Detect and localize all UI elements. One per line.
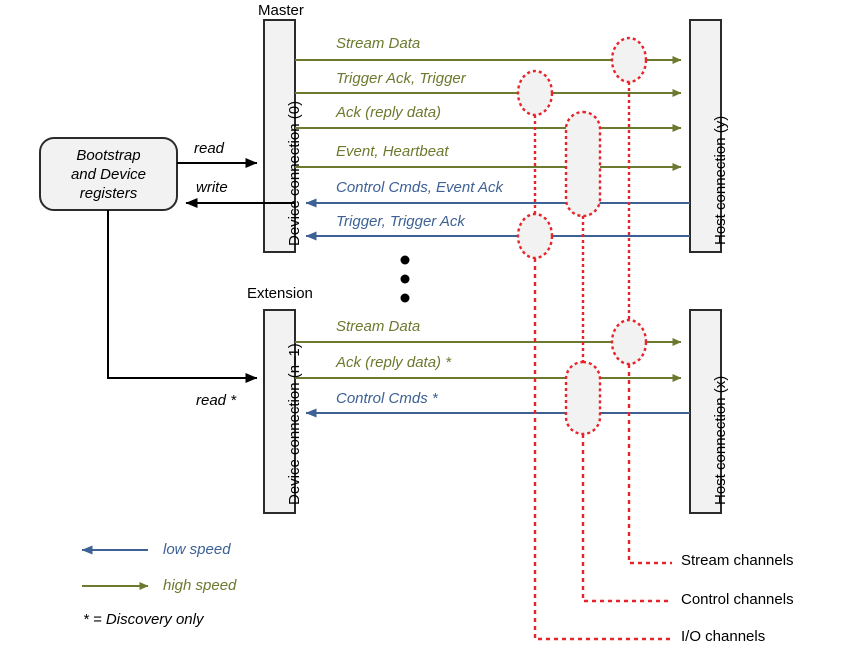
host-connection-y-label: Host connection (y) bbox=[712, 115, 729, 245]
master-title: Master bbox=[258, 2, 304, 19]
flow-label-extension-2: Control Cmds * bbox=[336, 390, 438, 407]
flow-label-master-0: Stream Data bbox=[336, 35, 421, 52]
legend-discovery-note: * = Discovery only bbox=[83, 611, 204, 628]
host-connection-x-label: Host connection (x) bbox=[712, 375, 729, 505]
legend-high-speed-label: high speed bbox=[163, 577, 237, 594]
flow-label-master-1: Trigger Ack, Trigger bbox=[336, 70, 466, 87]
read-label: read bbox=[194, 140, 225, 157]
flow-label-master-3: Event, Heartbeat bbox=[336, 143, 449, 160]
flow-label-master-4: Control Cmds, Event Ack bbox=[336, 179, 503, 196]
vertical-ellipsis bbox=[400, 255, 410, 303]
read-arrow-extension bbox=[107, 210, 258, 383]
read-star-label: read * bbox=[196, 392, 237, 409]
flow-label-master-2: Ack (reply data) bbox=[336, 104, 442, 121]
registers-line-3: registers bbox=[79, 185, 138, 202]
stream-channel-marker bbox=[610, 36, 672, 565]
flow-label-master-5: Trigger, Trigger Ack bbox=[336, 213, 465, 230]
registers-box-text: Bootstrap and Device registers bbox=[40, 146, 177, 203]
flow-label-extension-1: Ack (reply data) * bbox=[336, 354, 452, 371]
channel-legend-io: I/O channels bbox=[681, 628, 766, 645]
device-connection-extension-label: Device connection (n–1) bbox=[286, 343, 303, 505]
registers-line-2: and Device bbox=[70, 166, 147, 183]
device-connection-master-label: Device connection (0) bbox=[286, 100, 303, 246]
channel-legend-stream: Stream channels bbox=[681, 552, 794, 569]
channel-legend-control: Control channels bbox=[681, 591, 794, 608]
legend-low-speed-label: low speed bbox=[163, 541, 231, 558]
registers-line-1: Bootstrap bbox=[76, 147, 141, 164]
flow-label-extension-0: Stream Data bbox=[336, 318, 421, 335]
write-label: write bbox=[196, 179, 228, 196]
extension-title: Extension bbox=[247, 285, 313, 302]
